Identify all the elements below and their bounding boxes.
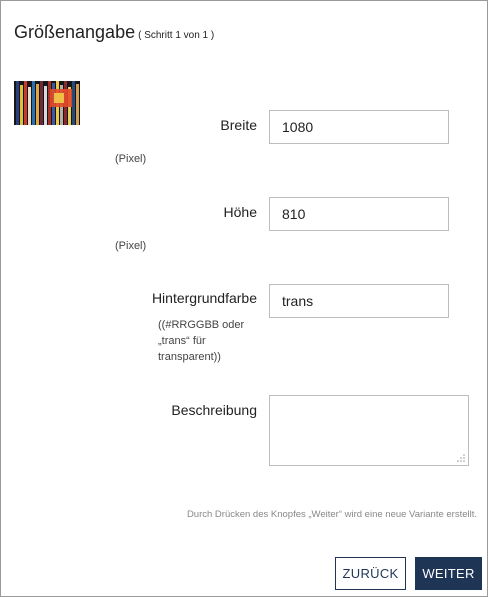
- dialog-step-indicator: ( Schritt 1 von 1 ): [138, 30, 215, 41]
- next-button[interactable]: WEITER: [415, 557, 482, 590]
- width-unit-hint: (Pixel): [115, 153, 147, 165]
- width-input[interactable]: 1080: [269, 110, 449, 144]
- dialog-title: Größenangabe( Schritt 1 von 1 ): [14, 22, 214, 43]
- background-color-hint: ((#RRGGBB oder „trans“ für transparent)): [158, 317, 244, 365]
- background-color-hint-line: ((#RRGGBB oder: [158, 319, 245, 331]
- background-color-hint-line: „trans“ für: [158, 335, 206, 347]
- background-color-hint-line: transparent)): [158, 351, 221, 363]
- height-unit-hint: (Pixel): [115, 240, 147, 252]
- back-button[interactable]: ZURÜCK: [335, 557, 406, 590]
- height-label: Höhe: [223, 204, 257, 220]
- resize-grip-icon[interactable]: [457, 454, 465, 462]
- dialog-title-text: Größenangabe: [14, 22, 136, 42]
- footer-note: Durch Drücken des Knopfes „Weiter“ wird …: [186, 509, 477, 520]
- width-label: Breite: [220, 117, 257, 133]
- resize-dialog: Größenangabe( Schritt 1 von 1 ) Breite 1…: [0, 0, 488, 597]
- height-input[interactable]: 810: [269, 197, 449, 231]
- image-thumbnail: [14, 81, 80, 125]
- description-textarea[interactable]: [269, 395, 469, 466]
- background-color-input[interactable]: trans: [269, 284, 449, 318]
- background-color-label: Hintergrundfarbe: [151, 290, 257, 306]
- description-label: Beschreibung: [171, 402, 257, 418]
